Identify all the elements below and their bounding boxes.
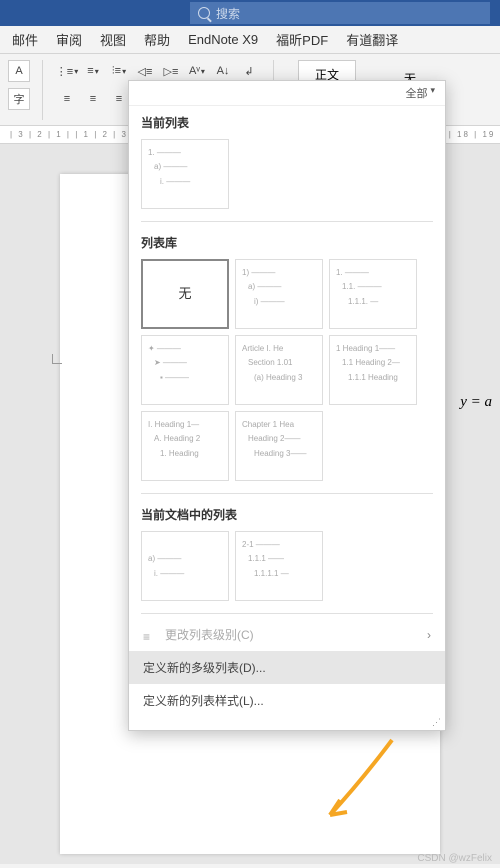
sort-button[interactable]: A↓ [211, 60, 235, 82]
divider [141, 613, 433, 614]
dropdown-filter[interactable]: 全部 [129, 81, 445, 106]
define-new-multilevel-action[interactable]: 定义新的多级列表(D)... [129, 651, 445, 684]
multilevel-list-dropdown: 全部 当前列表 1. ——— a) ——— i. ——— 列表库 无 1) ——… [128, 80, 446, 731]
section-library-title: 列表库 [141, 234, 433, 251]
tab-youdao[interactable]: 有道翻译 [346, 30, 398, 49]
search-placeholder: 搜索 [216, 5, 240, 22]
show-marks-button[interactable]: ↲ [237, 60, 261, 82]
define-new-list-style-action[interactable]: 定义新的列表样式(L)... [129, 684, 445, 717]
margin-marker [52, 354, 62, 364]
divider [141, 221, 433, 222]
watermark: CSDN @wzFelix [417, 853, 492, 864]
list-preview-lib3[interactable]: ✦ ——— ➤ ——— ▪ ——— [141, 335, 229, 405]
list-preview-lib6[interactable]: I. Heading 1— A. Heading 2 1. Heading [141, 411, 229, 481]
tab-view[interactable]: 视图 [100, 30, 126, 49]
list-preview-doc2[interactable]: 2-1 ——— 1.1.1 —— 1.1.1.1 — [235, 531, 323, 601]
indent-icon [143, 630, 157, 640]
phonetic-button[interactable]: A [8, 60, 30, 82]
char-border-button[interactable]: 字 [8, 88, 30, 110]
list-preview-current[interactable]: 1. ——— a) ——— i. ——— [141, 139, 229, 209]
change-list-level-action: 更改列表级别(C) › [129, 618, 445, 651]
tab-foxit[interactable]: 福昕PDF [276, 30, 328, 49]
search-icon [198, 7, 210, 19]
chevron-right-icon: › [427, 628, 431, 642]
resize-grip[interactable]: ⋰ [129, 717, 445, 730]
list-preview-doc1[interactable]: a) ——— i. ——— [141, 531, 229, 601]
title-bar: 搜索 [0, 0, 500, 26]
list-preview-lib1[interactable]: 1) ——— a) ——— i) ——— [235, 259, 323, 329]
divider [141, 493, 433, 494]
align-left-button[interactable]: ≡ [55, 88, 79, 110]
search-box[interactable]: 搜索 [190, 2, 490, 24]
tab-review[interactable]: 审阅 [56, 30, 82, 49]
tab-endnote[interactable]: EndNote X9 [188, 32, 258, 47]
align-center-button[interactable]: ≡ [81, 88, 105, 110]
equation-text: y = a [460, 394, 492, 411]
increase-indent-button[interactable]: ▷≡ [159, 60, 183, 82]
list-preview-none[interactable]: 无 [141, 259, 229, 329]
tab-mail[interactable]: 邮件 [12, 30, 38, 49]
numbering-button[interactable]: ≡ [81, 60, 105, 82]
tab-help[interactable]: 帮助 [144, 30, 170, 49]
decrease-indent-button[interactable]: ◁≡ [133, 60, 157, 82]
asian-layout-button[interactable]: Aᵛ [185, 60, 209, 82]
section-indoc-title: 当前文档中的列表 [141, 506, 433, 523]
list-preview-lib2[interactable]: 1. ——— 1.1. ——— 1.1.1. — [329, 259, 417, 329]
list-preview-lib4[interactable]: Article I. He Section 1.01 (a) Heading 3 [235, 335, 323, 405]
ribbon-tabs: 邮件 审阅 视图 帮助 EndNote X9 福昕PDF 有道翻译 [0, 26, 500, 54]
list-preview-lib7[interactable]: Chapter 1 Hea Heading 2—— Heading 3—— [235, 411, 323, 481]
separator [42, 60, 43, 120]
section-current-title: 当前列表 [141, 114, 433, 131]
multilevel-list-button[interactable]: ⫶≡ [107, 60, 131, 82]
bullets-button[interactable]: ⋮≡ [55, 60, 79, 82]
list-preview-lib5[interactable]: 1 Heading 1—— 1.1 Heading 2— 1.1.1 Headi… [329, 335, 417, 405]
